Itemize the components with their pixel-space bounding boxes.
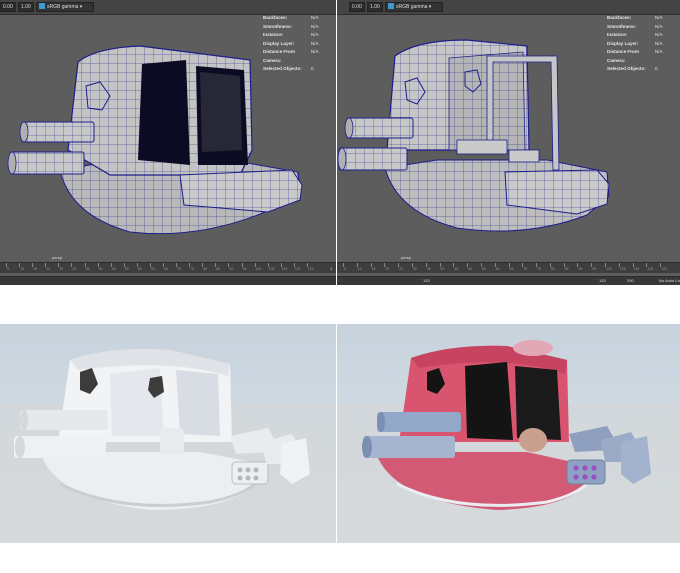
timeline-tick-label: 80 <box>203 267 208 271</box>
timeline-tick-label: 20 <box>46 267 51 271</box>
timeline-tick-label: 90 <box>578 267 583 271</box>
timeline-tick-label: 55 <box>137 267 142 271</box>
timeline-tick-label: 30 <box>412 267 417 271</box>
render-clay <box>0 324 336 543</box>
timeline-tick-label: 100 <box>255 267 262 271</box>
timeline-tick-label: 75 <box>537 267 541 271</box>
timeline-tick-label: 65 <box>509 267 514 271</box>
timeline-tick-label: 70 <box>523 267 528 271</box>
timeline-tick-label: 50 <box>124 267 129 271</box>
timeline-tick-label: 85 <box>216 267 221 271</box>
timeline-tick-label: 35 <box>426 267 431 271</box>
timeline-tick-label: 105 <box>619 267 626 271</box>
timeline-tick-label: 85 <box>564 267 569 271</box>
timeline-tick-label: 60 <box>495 267 500 271</box>
timeline-tick-label: 10 <box>20 267 24 271</box>
timeline-tick-label: 10 <box>357 267 362 271</box>
timeline-tick-label: 20 <box>385 267 390 271</box>
timeline-tick-label: 110 <box>633 267 640 271</box>
timeline-tick-label: 40 <box>440 267 445 271</box>
timeline-tick-label: 80 <box>550 267 555 271</box>
anim-layer-dropdown[interactable]: No Anim La <box>659 278 680 283</box>
timeline-tick-label: 55 <box>481 267 486 271</box>
timeline-tick-label: 120 <box>661 267 668 271</box>
range-start-field[interactable]: 120 <box>599 278 606 283</box>
timeline-tick-label: 95 <box>592 267 597 271</box>
range-slider[interactable]: 120 200 No Anim La 120 <box>337 276 680 285</box>
timeline-tick-label: 105 <box>268 267 275 271</box>
timeline-tick-label: 100 <box>606 267 612 271</box>
timeline-tick-label: 40 <box>98 267 103 271</box>
time-slider[interactable]: 5 10 15 20 25 30 35 40 45 50 55 60 65 70 75 80 85 90 95 100… <box>337 262 680 273</box>
timeline-tick-label: 65 <box>164 267 168 271</box>
timeline-tick-label: 5 <box>7 267 9 271</box>
timeline-tick-label: 60 <box>150 267 155 271</box>
time-slider[interactable]: 5 10 15 20 25 30 35 40 45 50 55 60 65 70 75 80 85 90 95 100… <box>0 262 336 273</box>
timeline-tick-label: 75 <box>190 267 195 271</box>
camera-label: persp <box>401 255 412 260</box>
timeline-tick-label: 95 <box>242 267 247 271</box>
timeline-tick-label: 90 <box>229 267 234 271</box>
timeline-tick-label: 25 <box>59 267 64 271</box>
viewport-right[interactable]: 0.00 1.00 sRGB gamma ▾ Backfaces: N/A Smo… <box>337 0 680 285</box>
wireframe-model-open[interactable] <box>337 0 680 262</box>
range-end-field[interactable]: 200 <box>627 278 634 283</box>
timeline-tick-label: 25 <box>399 267 404 271</box>
timeline-tick-label: 45 <box>454 267 459 271</box>
timeline-tick-label: 45 <box>111 267 116 271</box>
render-image-clay <box>14 349 310 510</box>
camera-label: persp <box>52 255 63 260</box>
timeline-tick-label: 50 <box>468 267 473 271</box>
wireframe-model-closed[interactable] <box>0 0 336 262</box>
timeline-tick-label: 115 <box>647 267 653 271</box>
timeline-tick-label: 5 <box>344 267 346 271</box>
timeline-tick-label: 35 <box>85 267 90 271</box>
timeline-end-field[interactable]: 1 <box>330 266 332 271</box>
viewport-left[interactable]: 0.00 1.00 sRGB gamma ▾ Backfaces: N/A Smo… <box>0 0 336 285</box>
timeline-tick-label: 110 <box>281 267 288 271</box>
range-slider[interactable] <box>0 276 336 285</box>
render-image-painted <box>362 340 651 510</box>
timeline-tick-label: 115 <box>294 267 301 271</box>
timeline-tick-label: 30 <box>72 267 77 271</box>
timeline-tick-label: 70 <box>177 267 181 271</box>
timeline-tick-label: 15 <box>33 267 38 271</box>
timeline-tick-label: 15 <box>371 267 376 271</box>
timeline-tick-label: 120 <box>307 267 314 271</box>
current-frame-field[interactable]: 120 <box>423 278 430 283</box>
render-painted <box>337 324 680 543</box>
